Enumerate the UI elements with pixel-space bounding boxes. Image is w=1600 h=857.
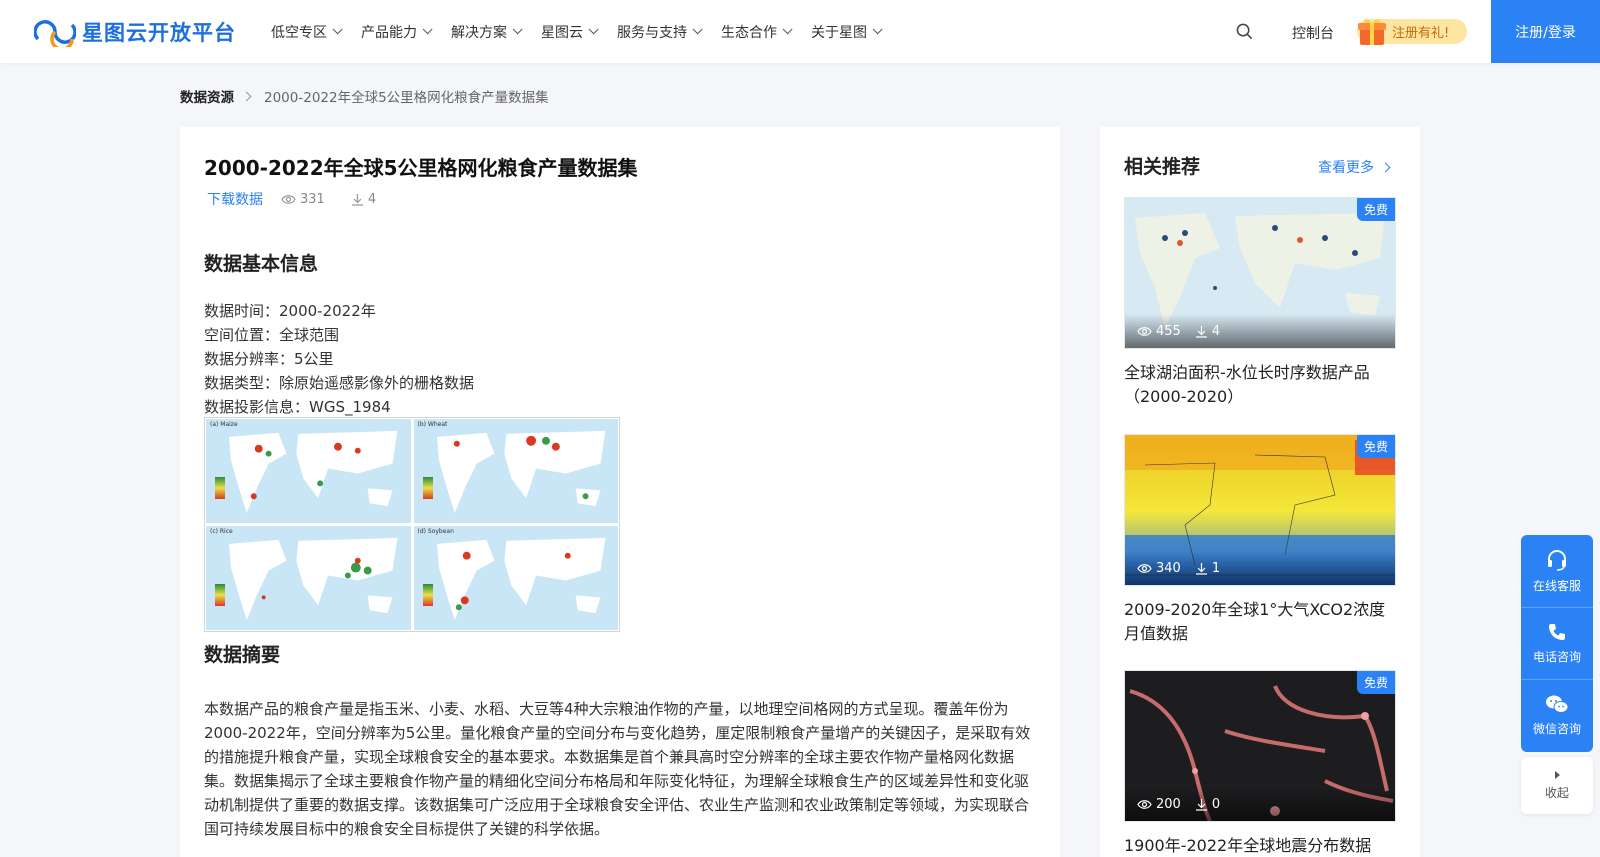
basic-info-list: 数据时间：2000-2022年 空间位置：全球范围 数据分辨率：5公里 数据类型… [204,299,474,419]
related-card[interactable]: 免费 455 4 全球湖泊面积-水位长时序数据产品（2000-2020） [1124,197,1396,409]
info-projection: 数据投影信息：WGS_1984 [204,398,391,416]
production-map-figure[interactable]: (a) Maize (b) Wheat (c) Rice (d) Soybean [204,417,620,632]
floating-service-panel: 在线客服 电话咨询 微信咨询 [1521,535,1593,752]
related-heading: 相关推荐 [1124,156,1201,178]
abstract-text: 本数据产品的粮食产量是指玉米、小麦、水稻、大豆等4种大宗粮油作物的产量，以地理空… [204,700,1031,838]
info-location: 空间位置：全球范围 [204,326,340,344]
dataset-meta: 下载数据 331 4 [207,189,402,209]
page-title: 2000-2022年全球5公里格网化粮食产量数据集 [204,156,638,180]
breadcrumb: 数据资源 2000-2022年全球5公里格网化粮食产量数据集 [180,86,549,106]
view-count: 200 [1137,797,1181,812]
map-panel-soybean: (d) Soybean [413,526,618,630]
wechat-consult-button[interactable]: 微信咨询 [1521,679,1593,751]
chevron-right-icon [1380,162,1391,172]
free-badge: 免费 [1356,435,1395,458]
download-count: 4 [1195,324,1220,339]
phone-icon [1549,624,1565,640]
card-thumbnail: 免费 200 0 [1124,670,1396,822]
chevron-down-icon [692,24,703,35]
free-badge: 免费 [1356,671,1395,694]
brand-mark-icon [34,20,76,47]
legend-gradient [422,477,433,499]
chevron-down-icon [782,24,793,35]
card-stats: 200 0 [1125,787,1395,821]
download-icon [351,193,363,206]
menu-about[interactable]: 关于星图 [811,22,883,42]
download-count: 0 [1195,797,1220,812]
related-card[interactable]: 免费 200 0 1900年-2022年全球地震分布数据 [1124,670,1396,857]
legend-gradient [215,477,225,499]
legend-gradient [215,584,225,606]
breadcrumb-root[interactable]: 数据资源 [180,86,234,106]
brand-name: 星图云开放平台 [82,21,236,45]
menu-products[interactable]: 产品能力 [361,22,433,42]
download-count: 4 [351,192,376,207]
view-count: 455 [1137,324,1181,339]
headset-icon [1548,549,1566,571]
free-badge: 免费 [1356,198,1395,221]
card-thumbnail: 免费 455 4 [1124,197,1396,349]
login-button[interactable]: 注册/登录 [1491,0,1600,63]
download-count: 1 [1195,561,1220,576]
download-icon [1195,562,1207,575]
view-count: 331 [281,192,325,207]
download-icon [1195,798,1207,811]
world-map-graphic [436,537,605,621]
related-sidebar: 相关推荐 查看更多 免费 455 4 全球湖泊面积-水位长时序数据产品（2000… [1100,127,1420,857]
map-panel-maize: (a) Maize [206,419,411,523]
search-icon[interactable] [1236,23,1253,40]
breadcrumb-current: 2000-2022年全球5公里格网化粮食产量数据集 [264,90,549,106]
info-time: 数据时间：2000-2022年 [204,302,376,320]
basic-info-heading: 数据基本信息 [204,253,319,275]
chevron-down-icon [512,24,523,35]
chevron-down-icon [332,24,343,35]
world-map-graphic [436,430,605,514]
eye-icon [1137,799,1152,809]
download-icon [1195,325,1207,338]
abstract-heading: 数据摘要 [204,644,281,666]
menu-support[interactable]: 服务与支持 [617,22,703,42]
eye-icon [1137,326,1152,336]
eye-icon [281,194,296,204]
map-panel-wheat: (b) Wheat [413,419,618,523]
eye-icon [1137,563,1152,573]
card-thumbnail: 免费 340 1 [1124,434,1396,586]
menu-ecosystem[interactable]: 生态合作 [721,22,793,42]
related-card[interactable]: 免费 340 1 2009-2020年全球1°大气XCO2浓度月值数据 [1124,434,1396,646]
card-stats: 340 1 [1125,551,1395,585]
chevron-down-icon [872,24,883,35]
chevron-down-icon [422,24,433,35]
console-link[interactable]: 控制台 [1292,23,1334,43]
collapse-button[interactable]: 收起 [1521,757,1593,814]
card-title[interactable]: 2009-2020年全球1°大气XCO2浓度月值数据 [1124,598,1396,646]
info-resolution: 数据分辨率：5公里 [204,350,334,368]
brand-logo[interactable]: 星图云开放平台 [34,16,236,48]
dataset-detail-panel: 2000-2022年全球5公里格网化粮食产量数据集 下载数据 331 4 数据基… [180,127,1060,857]
wechat-icon [1546,695,1569,713]
card-title[interactable]: 1900年-2022年全球地震分布数据 [1124,834,1396,857]
phone-consult-button[interactable]: 电话咨询 [1521,607,1593,679]
caret-right-icon [1554,770,1560,779]
legend-gradient [422,584,433,606]
download-data-link[interactable]: 下载数据 [207,189,263,209]
map-panel-rice: (c) Rice [206,526,411,630]
world-map-graphic [229,430,398,514]
card-stats: 455 4 [1125,314,1395,348]
menu-solutions[interactable]: 解决方案 [451,22,523,42]
info-type: 数据类型：除原始遥感影像外的栅格数据 [204,374,475,392]
world-map-graphic [229,537,398,621]
chevron-down-icon [588,24,599,35]
online-service-button[interactable]: 在线客服 [1521,535,1593,607]
view-count: 340 [1137,561,1181,576]
main-menu: 低空专区 产品能力 解决方案 星图云 服务与支持 生态合作 关于星图 [271,0,901,63]
card-title[interactable]: 全球湖泊面积-水位长时序数据产品（2000-2020） [1124,361,1396,409]
menu-low-altitude[interactable]: 低空专区 [271,22,343,42]
top-nav: 星图云开放平台 低空专区 产品能力 解决方案 星图云 服务与支持 生态合作 关于… [0,0,1600,63]
gift-icon [1358,19,1386,45]
menu-geovis[interactable]: 星图云 [541,22,599,42]
chevron-right-icon [241,91,252,101]
view-more-link[interactable]: 查看更多 [1318,157,1391,177]
